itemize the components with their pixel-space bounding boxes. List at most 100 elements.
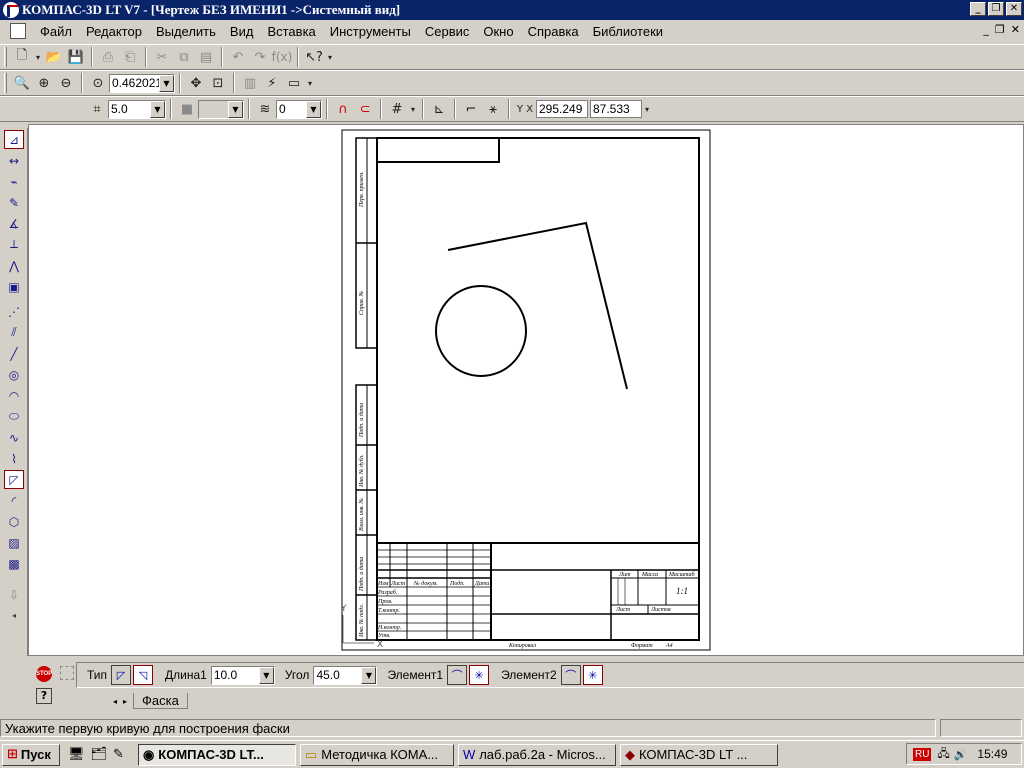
element2-trim-icon[interactable]: ⌒ xyxy=(560,665,581,685)
tab-next-icon[interactable]: ▸ xyxy=(123,697,127,706)
network-icon[interactable]: 🖧 xyxy=(937,745,949,764)
new-dropdown-icon[interactable]: ▾ xyxy=(33,47,43,67)
dimensions-panel-icon[interactable]: ↔ xyxy=(4,151,24,170)
spec-panel-icon[interactable]: ▣ xyxy=(4,277,24,296)
chevron-down-icon[interactable]: ▼ xyxy=(361,666,377,684)
mdi-minimize-button[interactable]: _ xyxy=(983,23,989,36)
layers-icon[interactable]: ≋ xyxy=(254,99,276,119)
spline-icon[interactable]: ∿ xyxy=(4,428,24,447)
print-preview-icon[interactable]: ⎗ xyxy=(119,47,141,67)
fillet-icon[interactable]: ◜ xyxy=(4,491,24,510)
drawing-svg[interactable]: Перв. примен. Справ. № Подп. и дата Инв.… xyxy=(29,125,1024,657)
layer-combo[interactable]: 0 ▼ xyxy=(276,99,322,119)
measure-panel-icon[interactable]: ⟂ xyxy=(4,235,24,254)
scroll-arrow-icon[interactable]: ◂ xyxy=(4,606,24,625)
new-document-icon[interactable]: 🗋 xyxy=(11,47,33,67)
menu-view[interactable]: Вид xyxy=(230,24,254,39)
stop-icon[interactable]: STOP xyxy=(36,666,52,682)
volume-icon[interactable]: 🔊 xyxy=(954,748,968,761)
start-button[interactable]: ⊞ Пуск xyxy=(2,743,60,766)
angle-combo[interactable]: 45.0 ▼ xyxy=(313,665,378,685)
task-word[interactable]: W лаб.раб.2а - Micros... xyxy=(457,743,616,766)
help-dropdown-icon[interactable]: ▾ xyxy=(325,47,335,67)
pan-icon[interactable]: ✥ xyxy=(185,73,207,93)
coord-x-field[interactable]: 295.249 xyxy=(536,100,588,118)
local-cs-icon[interactable]: ⊾ xyxy=(428,99,450,119)
geometry-panel-icon[interactable]: ⊿ xyxy=(4,130,24,149)
redo-icon[interactable]: ↷ xyxy=(249,47,271,67)
grid-dropdown-icon[interactable]: ▾ xyxy=(408,99,418,119)
zoom-window-icon[interactable]: 🔍 xyxy=(11,73,33,93)
element2-no-trim-icon[interactable]: ✳ xyxy=(582,665,603,685)
restore-button[interactable]: ❐ xyxy=(988,2,1004,16)
step-combo[interactable]: 5.0 ▼ xyxy=(108,99,166,119)
menu-service[interactable]: Сервис xyxy=(425,24,470,39)
minimize-button[interactable]: _ xyxy=(970,2,986,16)
open-folder-icon[interactable]: 📂 xyxy=(43,47,65,67)
chamfer-type-length-angle-icon[interactable]: ◸ xyxy=(111,665,132,685)
task-metodichka[interactable]: ▭ Методичка КОМА... xyxy=(299,743,454,766)
grid-icon[interactable]: # xyxy=(386,99,408,119)
contour-icon[interactable]: ▩ xyxy=(4,554,24,573)
hatch-icon[interactable]: ▨ xyxy=(4,533,24,552)
clock[interactable]: 15:49 xyxy=(977,747,1007,761)
element1-trim-icon[interactable]: ⌒ xyxy=(447,665,468,685)
parametrize-panel-icon[interactable]: ∡ xyxy=(4,214,24,233)
paste-icon[interactable]: ▤ xyxy=(195,47,217,67)
segment-icon[interactable]: ╱ xyxy=(4,344,24,363)
display-dropdown-icon[interactable]: ▾ xyxy=(305,73,315,93)
chevron-down-icon[interactable]: ▼ xyxy=(150,100,165,118)
menu-select[interactable]: Выделить xyxy=(156,24,216,39)
coords-dropdown-icon[interactable]: ▾ xyxy=(642,99,652,119)
polyline-icon[interactable]: ⌇ xyxy=(4,449,24,468)
quicklaunch-explorer-icon[interactable]: 🗂 xyxy=(91,747,108,762)
ellipse-icon[interactable]: ⬭ xyxy=(4,407,24,426)
function-icon[interactable]: f(x) xyxy=(271,47,293,67)
drawing-canvas[interactable]: Перв. примен. Справ. № Подп. и дата Инв.… xyxy=(28,124,1024,656)
kompas-app-icon[interactable] xyxy=(3,2,19,18)
cursor-step-icon[interactable]: ⌗ xyxy=(86,99,108,119)
zoom-out-icon[interactable]: ⊖ xyxy=(55,73,77,93)
coord-y-field[interactable]: 87.533 xyxy=(590,100,642,118)
tab-prev-icon[interactable]: ◂ xyxy=(113,697,117,706)
style-combo[interactable]: ▼ xyxy=(198,99,244,119)
quicklaunch-desktop-icon[interactable]: 🖥 xyxy=(68,747,85,762)
rebuild-icon[interactable]: ▥ xyxy=(239,73,261,93)
print-icon[interactable]: ⎙ xyxy=(97,47,119,67)
task-kompas-1[interactable]: ◉ КОМПАС-3D LT... xyxy=(137,743,296,766)
menu-libraries[interactable]: Библиотеки xyxy=(593,24,663,39)
select-panel-icon[interactable]: ⋀ xyxy=(4,256,24,275)
chevron-down-icon[interactable]: ▼ xyxy=(258,666,274,684)
polygon-icon[interactable]: ⬡ xyxy=(4,512,24,531)
menu-help[interactable]: Справка xyxy=(528,24,579,39)
cut-icon[interactable]: ✂ xyxy=(151,47,173,67)
auxiliary-line-icon[interactable]: ⫽ xyxy=(4,323,24,342)
point-icon[interactable]: ⋰ xyxy=(4,302,24,321)
mdi-close-button[interactable]: ✕ xyxy=(1011,23,1020,36)
menu-edit[interactable]: Редактор xyxy=(86,24,142,39)
help-icon[interactable]: ? xyxy=(36,688,52,704)
mdi-restore-button[interactable]: ❐ xyxy=(995,23,1005,36)
copy-icon[interactable]: ⧉ xyxy=(173,47,195,67)
document-icon[interactable] xyxy=(10,23,26,39)
length-combo[interactable]: 10.0 ▼ xyxy=(210,665,275,685)
save-icon[interactable]: 💾 xyxy=(65,47,87,67)
style-icon[interactable]: ■ xyxy=(176,99,198,119)
chamfer-icon[interactable]: ◸ xyxy=(4,470,24,489)
menu-tools[interactable]: Инструменты xyxy=(330,24,411,39)
auto-create-icon[interactable] xyxy=(60,666,74,680)
zoom-all-icon[interactable]: ⊡ xyxy=(207,73,229,93)
notation-panel-icon[interactable]: ⌁ xyxy=(4,172,24,191)
snap-local-icon[interactable]: ⊂ xyxy=(354,99,376,119)
snap-magnet-icon[interactable]: ∩ xyxy=(332,99,354,119)
chevron-down-icon[interactable]: ▼ xyxy=(228,100,243,118)
editing-panel-icon[interactable]: ✎ xyxy=(4,193,24,212)
more-tools-icon[interactable]: ⇩ xyxy=(4,585,24,604)
round-icon[interactable]: ⚹ xyxy=(482,99,504,119)
zoom-in-icon[interactable]: ⊕ xyxy=(33,73,55,93)
ortho-icon[interactable]: ⌐ xyxy=(460,99,482,119)
menu-window[interactable]: Окно xyxy=(483,24,513,39)
context-help-icon[interactable]: ↖? xyxy=(303,47,325,67)
quicklaunch-app-icon[interactable]: ✎ xyxy=(113,747,124,762)
circle-icon[interactable]: ◎ xyxy=(4,365,24,384)
